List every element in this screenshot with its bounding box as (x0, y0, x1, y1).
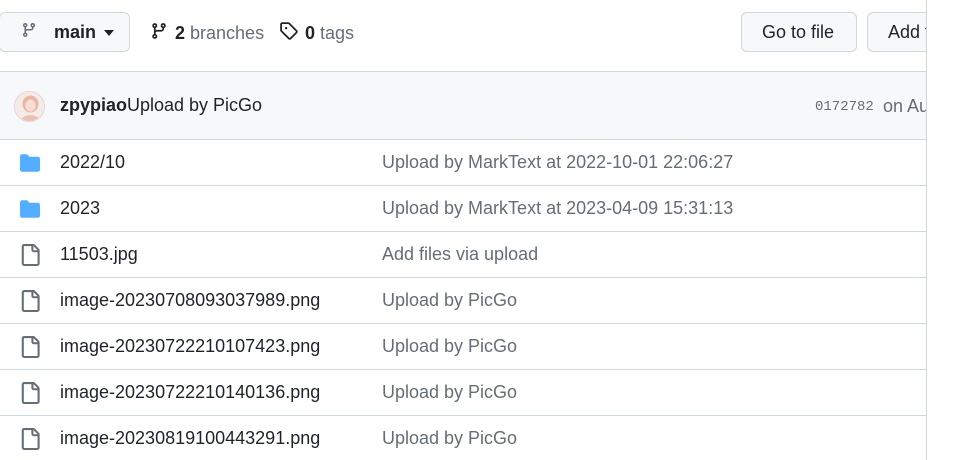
file-icon (19, 290, 41, 317)
page-edge (926, 0, 966, 460)
file-name-link[interactable]: 11503.jpg (60, 244, 138, 265)
commit-sha[interactable]: 0172782 (815, 99, 874, 115)
commit-author[interactable]: zpypiao (60, 95, 127, 116)
tags-link[interactable]: 0 tags (279, 20, 354, 46)
file-name-link[interactable]: 2023 (60, 198, 100, 219)
chevron-down-icon (104, 23, 115, 41)
file-row[interactable]: 2022/10 Upload by MarkText at 2022-10-01 … (0, 140, 940, 186)
file-row[interactable]: image-20230722210140136.png Upload by Pic… (0, 370, 940, 416)
file-name-link[interactable]: image-20230722210140136.png (60, 382, 320, 403)
file-row[interactable]: image-20230819100443291.png Upload by Pic… (0, 416, 940, 460)
file-icon (19, 336, 41, 363)
avatar[interactable] (14, 91, 45, 122)
tags-label: tags (320, 22, 355, 43)
git-branch-icon (21, 21, 37, 44)
branches-link[interactable]: 2 branches (150, 20, 264, 46)
branches-label: branches (190, 22, 265, 43)
file-row[interactable]: 2023 Upload by MarkText at 2023-04-09 15:… (0, 186, 940, 232)
file-name-link[interactable]: image-20230819100443291.png (60, 428, 320, 449)
tags-count: 0 (305, 22, 316, 43)
file-name-link[interactable]: 2022/10 (60, 152, 125, 173)
file-name-link[interactable]: image-20230722210107423.png (60, 336, 320, 357)
file-commit-message-link[interactable]: Upload by PicGo (382, 336, 517, 357)
file-icon (19, 382, 41, 409)
file-row[interactable]: image-20230722210107423.png Upload by Pic… (0, 324, 940, 370)
go-to-file-button[interactable]: Go to file (741, 12, 857, 52)
file-row[interactable]: 11503.jpg Add files via upload (0, 232, 940, 278)
repo-toolbar: main 2 branches 0 tags Go to file Add fi… (0, 0, 937, 72)
file-commit-message-link[interactable]: Upload by PicGo (382, 428, 517, 449)
tag-icon (279, 21, 298, 45)
latest-commit-header: zpypiao Upload by PicGo 0172782 on Aug 1… (0, 72, 966, 140)
folder-icon (19, 199, 41, 224)
commit-message[interactable]: Upload by PicGo (127, 95, 262, 116)
file-row[interactable]: image-20230708093037989.png Upload by Pic… (0, 278, 940, 324)
file-list: zpypiao Upload by PicGo 0172782 on Aug 1… (0, 71, 966, 460)
file-commit-message-link[interactable]: Add files via upload (382, 244, 538, 265)
branch-name: main (54, 21, 97, 42)
file-commit-message-link[interactable]: Upload by MarkText at 2022-10-01 22:06:2… (382, 152, 733, 173)
file-commit-message-link[interactable]: Upload by PicGo (382, 290, 517, 311)
git-branch-icon (150, 21, 168, 46)
file-commit-message-link[interactable]: Upload by PicGo (382, 382, 517, 403)
folder-icon (19, 153, 41, 178)
file-name-link[interactable]: image-20230708093037989.png (60, 290, 320, 311)
branches-count: 2 (175, 22, 186, 43)
file-icon (19, 428, 41, 455)
file-icon (19, 244, 41, 271)
branch-selector-button[interactable]: main (0, 12, 130, 52)
file-commit-message-link[interactable]: Upload by MarkText at 2023-04-09 15:31:1… (382, 198, 733, 219)
